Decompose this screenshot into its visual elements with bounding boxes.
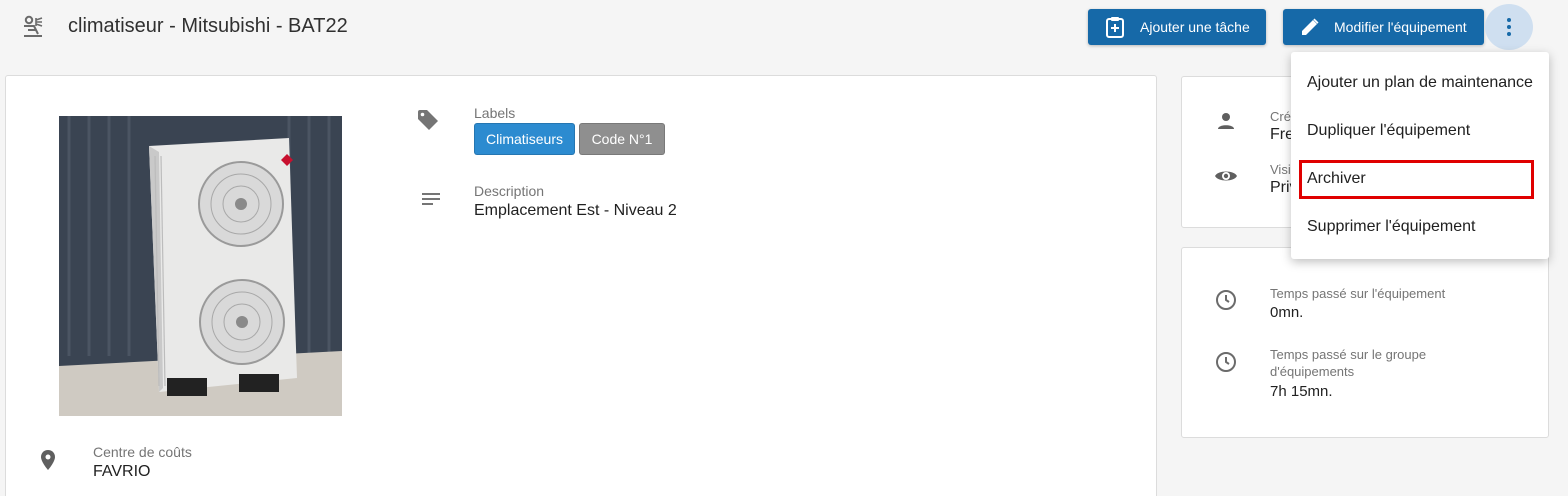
clock-icon <box>1216 352 1236 372</box>
description-title: Description <box>474 183 545 199</box>
time-group-label-line1: Temps passé sur le groupe <box>1270 347 1427 362</box>
visibility-label: Visi <box>1270 162 1291 177</box>
eye-icon <box>1215 171 1237 181</box>
notes-icon <box>422 193 440 205</box>
time-group-value: 7h 15mn. <box>1270 383 1333 400</box>
equipment-icon <box>24 15 43 37</box>
time-group-label-line2: d'équipements <box>1270 364 1355 379</box>
top-bar: climatiseur - Mitsubishi - BAT22 Ajouter… <box>0 0 1568 56</box>
label-chip: Code N°1 <box>579 123 665 155</box>
more-options-button[interactable] <box>1485 4 1533 50</box>
labels-title: Labels <box>474 105 516 121</box>
time-equipment-label: Temps passé sur l'équipement <box>1270 286 1446 301</box>
menu-item-duplicate-equipment[interactable]: Dupliquer l'équipement <box>1307 122 1470 140</box>
menu-item-add-maintenance-plan[interactable]: Ajouter un plan de maintenance <box>1307 74 1533 92</box>
equipment-details-card: Labels Climatiseurs Code N°1 Description… <box>5 75 1157 496</box>
person-icon <box>1218 113 1234 129</box>
edit-equipment-label: Modifier l'équipement <box>1334 19 1467 35</box>
description-value: Emplacement Est - Niveau 2 <box>474 202 677 219</box>
time-spent-card: Temps passé sur l'équipement 0mn. Temps … <box>1181 247 1549 438</box>
add-task-button[interactable]: Ajouter une tâche <box>1088 9 1266 45</box>
location-pin-icon <box>41 450 55 470</box>
label-icon <box>418 110 438 130</box>
cost-center-title: Centre de coûts <box>93 444 192 460</box>
menu-item-delete-equipment[interactable]: Supprimer l'équipement <box>1307 218 1475 236</box>
equipment-photo <box>59 116 342 416</box>
label-chip: Climatiseurs <box>474 123 575 155</box>
created-by-label: Cré <box>1270 109 1291 124</box>
cost-center-value: FAVRIO <box>93 463 151 480</box>
pencil-icon <box>1302 18 1319 35</box>
time-group-label: Temps passé sur le groupe d'équipements <box>1270 346 1426 380</box>
more-vert-icon <box>1507 17 1511 38</box>
time-equipment-value: 0mn. <box>1270 304 1304 321</box>
page-title: climatiseur - Mitsubishi - BAT22 <box>68 15 348 37</box>
clipboard-add-icon <box>1106 17 1124 38</box>
add-task-label: Ajouter une tâche <box>1140 19 1250 35</box>
archive-highlight-box <box>1299 160 1534 199</box>
edit-equipment-button[interactable]: Modifier l'équipement <box>1283 9 1484 45</box>
clock-icon <box>1216 290 1236 310</box>
more-options-menu: Ajouter un plan de maintenance Dupliquer… <box>1291 52 1549 259</box>
